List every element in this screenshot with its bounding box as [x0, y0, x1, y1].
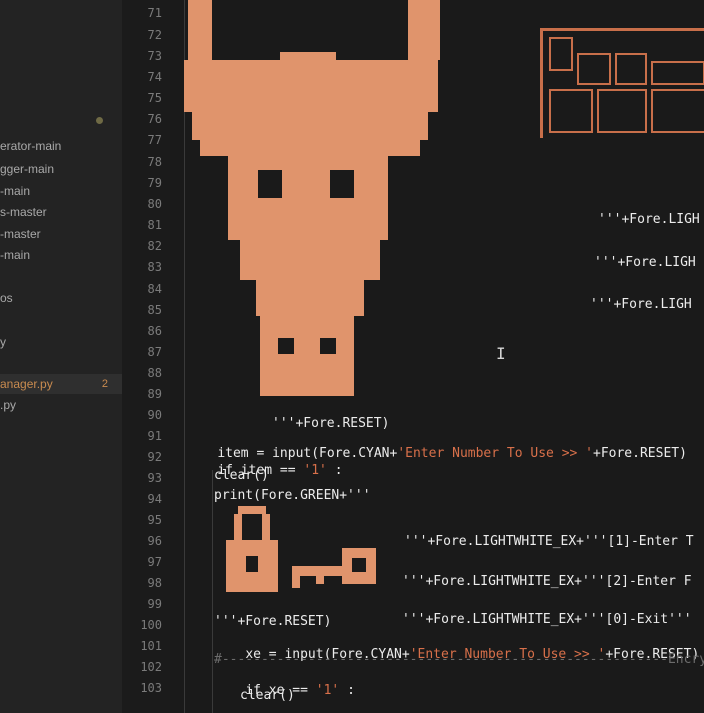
line-number: 99 [147, 597, 162, 611]
sidebar-item-label: y [0, 335, 6, 349]
line-number: 86 [147, 324, 162, 338]
sidebar-item-label: s-master [0, 205, 47, 219]
line-number: 88 [147, 366, 162, 380]
file-explorer-sidebar: erator-main gger-main -main s-master -ma… [0, 0, 122, 713]
ascii-logo-icon [540, 28, 704, 138]
text-cursor-icon: I [496, 344, 506, 363]
sidebar-item-active-file[interactable]: anager.py 2 [0, 374, 122, 394]
line-number: 102 [140, 660, 162, 674]
code-token: : [326, 463, 343, 478]
line-number: 73 [147, 49, 162, 63]
line-number: 89 [147, 387, 162, 401]
line-number: 103 [140, 681, 162, 695]
sidebar-item[interactable]: gger-main [0, 159, 54, 179]
line-number: 87 [147, 345, 162, 359]
line-number: 76 [147, 112, 162, 126]
line-number: 81 [147, 218, 162, 232]
code-line-99: '''+Fore.LIGHTWHITE_EX+'''[1]-Enter T [404, 534, 694, 549]
code-string: '1' [315, 683, 340, 698]
code-line-106: #---------------------------------------… [214, 652, 704, 667]
line-number: 90 [147, 408, 162, 422]
indent-guide [212, 470, 213, 713]
line-number: 85 [147, 303, 162, 317]
line-number: 91 [147, 429, 162, 443]
line-number: 95 [147, 513, 162, 527]
code-string: 'Enter Number To Use >> ' [397, 446, 593, 461]
sidebar-item-label: -main [0, 248, 31, 262]
line-number: 77 [147, 133, 162, 147]
line-number: 80 [147, 197, 162, 211]
sidebar-item-label: -master [0, 227, 41, 241]
sidebar-item-label: anager.py [0, 377, 53, 391]
sidebar-item[interactable]: os [0, 288, 13, 308]
sidebar-item-label: erator-main [0, 139, 62, 153]
code-line-101: '''+Fore.LIGHTWHITE_EX+'''[2]-Enter F [402, 574, 692, 589]
code-line-103: '''+Fore.LIGHTWHITE_EX+'''[0]-Exit''' [402, 612, 692, 627]
line-number-gutter: 71 72 73 74 75 76 77 78 79 80 81 82 83 8… [122, 0, 170, 713]
line-number: 71 [147, 6, 162, 20]
code-line-108: clear() [240, 688, 295, 703]
line-number: 83 [147, 260, 162, 274]
line-number: 82 [147, 239, 162, 253]
line-number: 96 [147, 534, 162, 548]
code-string: '1' [303, 463, 327, 478]
line-number: 98 [147, 576, 162, 590]
problems-count-badge: 2 [101, 378, 108, 390]
line-number: 74 [147, 70, 162, 84]
line-number: 78 [147, 155, 162, 169]
code-line-86: '''+Fore.LIGH [590, 297, 692, 312]
modified-dot-icon [96, 117, 103, 124]
code-line-96: print(Fore.GREEN+''' [214, 488, 371, 503]
line-number: 97 [147, 555, 162, 569]
sidebar-item[interactable]: -main [0, 245, 30, 265]
line-number: 100 [140, 618, 162, 632]
sidebar-item[interactable]: y [0, 332, 6, 352]
code-line-92: '''+Fore.RESET) [272, 416, 390, 431]
sidebar-item[interactable]: erator-main [0, 136, 61, 156]
line-number: 72 [147, 28, 162, 42]
code-line-81: '''+Fore.LIGH [598, 212, 700, 227]
sidebar-item-label: .py [0, 398, 17, 412]
sidebar-item-label: gger-main [0, 162, 55, 176]
sidebar-item[interactable]: -main [0, 181, 30, 201]
line-number: 84 [147, 282, 162, 296]
line-number: 101 [140, 639, 162, 653]
code-line-95: clear() [214, 468, 269, 483]
sidebar-item[interactable]: s-master [0, 202, 47, 222]
code-line-84: '''+Fore.LIGH [594, 255, 696, 270]
code-line-104: '''+Fore.RESET) [214, 614, 332, 629]
sidebar-item-label: os [0, 291, 13, 305]
sidebar-item[interactable]: .py [0, 395, 16, 415]
sidebar-item[interactable]: -master [0, 224, 41, 244]
code-token: : [339, 683, 355, 698]
code-token: +Fore.RESET) [593, 446, 687, 461]
line-number: 75 [147, 91, 162, 105]
sidebar-item-label: -main [0, 184, 31, 198]
line-number: 79 [147, 176, 162, 190]
line-number: 93 [147, 471, 162, 485]
line-number: 92 [147, 450, 162, 464]
line-number: 94 [147, 492, 162, 506]
